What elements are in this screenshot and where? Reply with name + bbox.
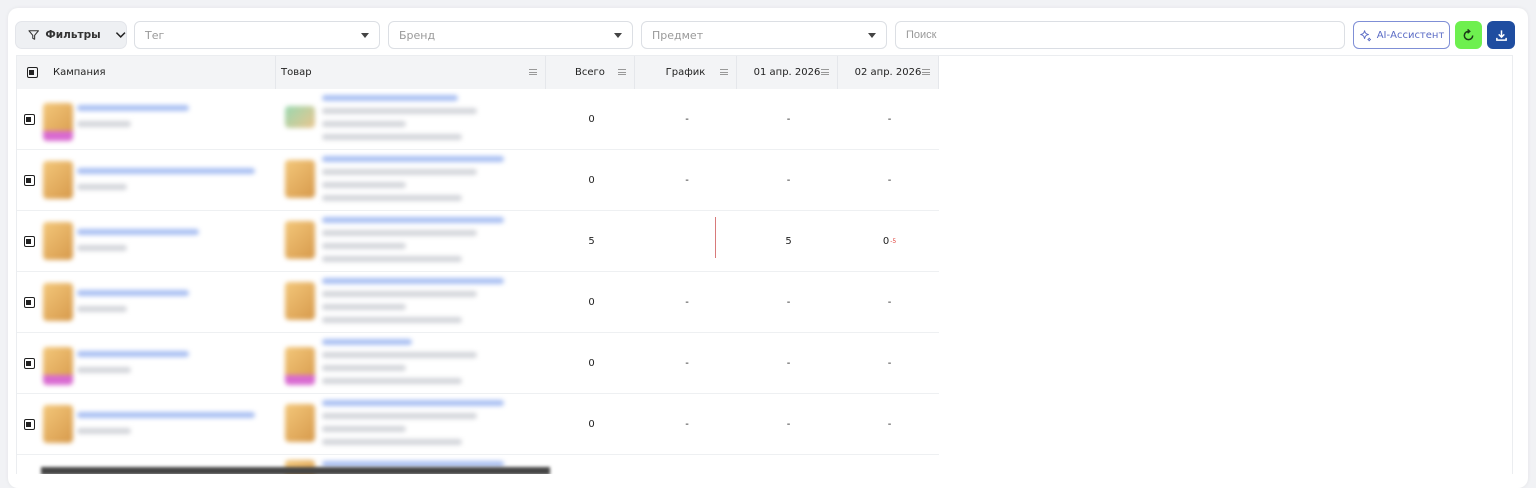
refresh-icon [1463, 28, 1474, 40]
cell-chart: - [685, 175, 689, 186]
column-menu-icon[interactable] [720, 69, 728, 75]
cell-date-2: - [887, 175, 892, 186]
table-row[interactable]: 0 - - - [17, 333, 939, 394]
header-total-label: Всего [575, 67, 605, 78]
search-input[interactable] [906, 29, 1344, 41]
download-icon [1495, 29, 1507, 41]
chevron-down-icon [115, 32, 126, 38]
header-date-1-label: 01 апр. 2026 [753, 67, 821, 78]
cell-chart: - [685, 419, 689, 430]
brand-placeholder: Бренд [399, 28, 436, 42]
search-field [895, 21, 1345, 49]
cell-total: 0 [588, 114, 595, 125]
horizontal-scrollbar[interactable] [41, 467, 550, 474]
row-checkbox[interactable] [23, 236, 35, 247]
table-header: Кампания Товар Всего График 01 апр. 2026… [17, 56, 939, 89]
row-select-cell [17, 333, 41, 394]
cell-date-2: - [887, 297, 892, 308]
header-campaign-label: Кампания [53, 67, 106, 78]
tag-select[interactable]: Тег [134, 21, 380, 49]
row-select-cell [17, 150, 41, 211]
download-button[interactable] [1487, 21, 1515, 49]
select-all-cell [17, 56, 47, 89]
brand-select[interactable]: Бренд [388, 21, 633, 49]
cell-date-2: - [887, 114, 892, 125]
filters-label: Фильтры [45, 29, 101, 41]
cell-date-1: - [786, 358, 791, 369]
cell-date-2: 0 -5 [839, 211, 940, 272]
cell-date-1: - [786, 297, 791, 308]
chart-sparkline [715, 217, 716, 258]
row-select-cell [17, 211, 41, 272]
row-checkbox[interactable] [23, 419, 35, 430]
table-row[interactable]: 0 - - - [17, 150, 939, 211]
header-product-label: Товар [281, 67, 312, 78]
caret-down-icon [361, 33, 369, 38]
table-row[interactable]: 0 - - - [17, 89, 939, 150]
row-select-cell [17, 272, 41, 333]
cell-total: 0 [588, 358, 595, 369]
cell-date-2: - [887, 419, 892, 430]
row-checkbox[interactable] [23, 358, 35, 369]
row-checkbox[interactable] [23, 114, 35, 125]
header-campaign[interactable]: Кампания [47, 56, 276, 89]
header-product[interactable]: Товар [276, 56, 546, 89]
ai-assistant-label: AI-Ассистент [1376, 29, 1445, 41]
cell-total: 5 [588, 236, 595, 247]
filters-button[interactable]: Фильтры [15, 21, 127, 49]
caret-down-icon [614, 33, 622, 38]
tag-placeholder: Тег [145, 28, 165, 42]
cell-date-2: - [887, 358, 892, 369]
row-checkbox[interactable] [23, 175, 35, 186]
cell-chart: - [685, 114, 689, 125]
cell-date-1: - [786, 114, 791, 125]
cell-total: 0 [588, 297, 595, 308]
cell-date-1: - [786, 419, 791, 430]
header-chart-label: График [665, 67, 706, 78]
column-menu-icon[interactable] [922, 69, 930, 75]
cell-date-2-value: 0 [882, 236, 890, 247]
toolbar: Фильтры Тег Бренд Предмет AI-Ассистент [0, 0, 1536, 50]
column-menu-icon[interactable] [529, 69, 537, 75]
row-select-cell [17, 89, 41, 150]
subject-select[interactable]: Предмет [641, 21, 887, 49]
column-menu-icon[interactable] [821, 69, 829, 75]
caret-down-icon [868, 33, 876, 38]
refresh-button[interactable] [1455, 21, 1482, 49]
header-date-2[interactable]: 02 апр. 2026 [838, 56, 939, 89]
cell-total: 0 [588, 419, 595, 430]
ai-assistant-button[interactable]: AI-Ассистент [1353, 21, 1450, 49]
subject-placeholder: Предмет [652, 28, 704, 42]
header-date-2-label: 02 апр. 2026 [854, 67, 922, 78]
cell-date-1: - [786, 175, 791, 186]
header-total[interactable]: Всего [546, 56, 635, 89]
campaign-table: Кампания Товар Всего График 01 апр. 2026… [16, 55, 1513, 474]
table-row[interactable]: 0 - - - [17, 272, 939, 333]
column-menu-icon[interactable] [618, 69, 626, 75]
delta-badge: -5 [890, 238, 897, 245]
header-chart[interactable]: График [635, 56, 737, 89]
cell-chart: - [685, 297, 689, 308]
cell-chart: - [685, 358, 689, 369]
cell-date-1: 5 [785, 236, 792, 247]
sparkle-icon [1360, 29, 1371, 41]
row-select-cell [17, 394, 41, 455]
row-checkbox[interactable] [23, 297, 35, 308]
table-row[interactable]: 5 5 0 -5 [17, 211, 939, 272]
table-row[interactable]: 0 - - - [17, 394, 939, 455]
cell-total: 0 [588, 175, 595, 186]
select-all-checkbox[interactable] [26, 67, 38, 78]
header-date-1[interactable]: 01 апр. 2026 [737, 56, 838, 89]
filter-icon [28, 30, 39, 40]
